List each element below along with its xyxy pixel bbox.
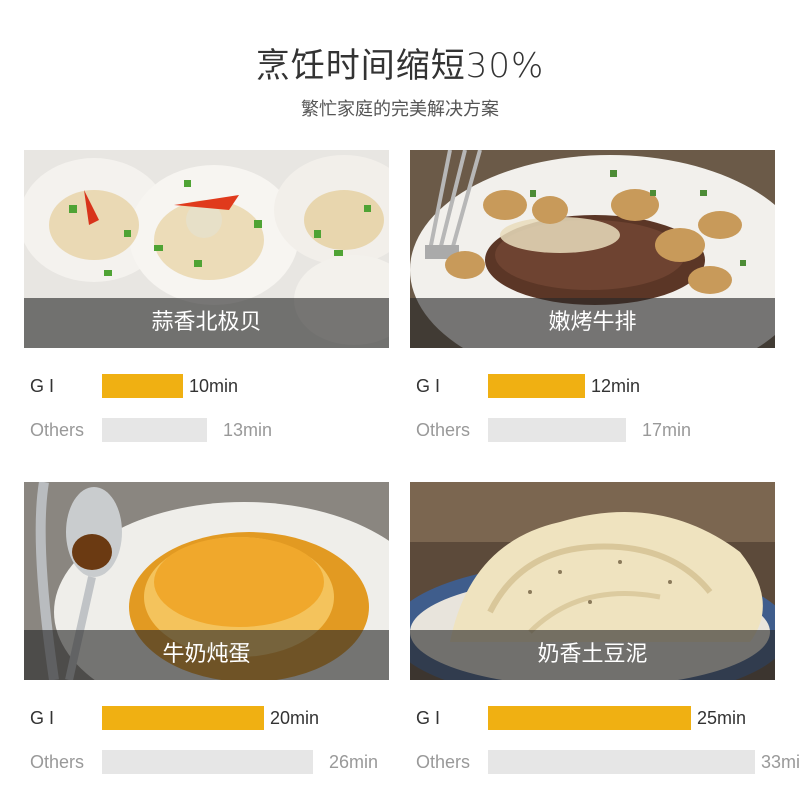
mashed-potato-photo: 奶香土豆泥 xyxy=(410,482,775,680)
others-time-value: 13min xyxy=(223,420,273,440)
dish-caption: 牛奶炖蛋 xyxy=(24,630,389,680)
gi-time-bar xyxy=(488,706,691,730)
gi-label: G I xyxy=(30,376,55,396)
gi-time-row: G I 20min xyxy=(30,706,395,730)
dish-card-scallops: 蒜香北极贝 G I 10min Others 13min xyxy=(24,150,389,442)
others-label: Others xyxy=(416,752,471,772)
others-time-value: 26min xyxy=(329,752,379,772)
others-time-bar xyxy=(488,750,755,774)
dish-card-mashed-potato: 奶香土豆泥 G I 25min Others 33min xyxy=(410,482,800,774)
gi-time-row: G I 25min xyxy=(416,706,781,730)
page-title: 烹饪时间缩短30% xyxy=(255,46,545,86)
scallops-photo: 蒜香北极贝 xyxy=(24,150,389,348)
others-time-row: Others 17min xyxy=(416,418,781,442)
gi-time-value: 20min xyxy=(270,708,320,728)
dish-card-steak: 嫩烤牛排 G I 12min Others 17min xyxy=(410,150,775,442)
gi-time-bar xyxy=(102,706,264,730)
gi-label: G I xyxy=(30,708,55,728)
gi-label: G I xyxy=(416,376,441,396)
gi-time-row: G I 10min xyxy=(30,374,395,398)
page-subtitle: 繁忙家庭的完美解决方案 xyxy=(301,99,499,120)
dish-card-custard: 牛奶炖蛋 G I 20min Others 26min xyxy=(24,482,389,774)
others-time-bar xyxy=(488,418,626,442)
gi-time-bar xyxy=(488,374,585,398)
others-time-value: 33min xyxy=(761,752,800,772)
custard-photo: 牛奶炖蛋 xyxy=(24,482,389,680)
others-label: Others xyxy=(30,420,85,440)
dish-caption: 奶香土豆泥 xyxy=(410,630,775,680)
others-time-row: Others 33min xyxy=(416,750,800,774)
steak-photo: 嫩烤牛排 xyxy=(410,150,775,348)
gi-time-row: G I 12min xyxy=(416,374,781,398)
others-time-bar xyxy=(102,750,313,774)
others-label: Others xyxy=(416,420,471,440)
gi-label: G I xyxy=(416,708,441,728)
others-time-bar xyxy=(102,418,207,442)
gi-time-value: 12min xyxy=(591,376,641,396)
gi-time-value: 10min xyxy=(189,376,239,396)
others-time-row: Others 26min xyxy=(30,750,395,774)
others-time-value: 17min xyxy=(642,420,692,440)
dish-caption: 蒜香北极贝 xyxy=(24,298,389,348)
others-time-row: Others 13min xyxy=(30,418,395,442)
others-label: Others xyxy=(30,752,85,772)
gi-time-bar xyxy=(102,374,183,398)
dish-caption: 嫩烤牛排 xyxy=(410,298,775,348)
gi-time-value: 25min xyxy=(697,708,747,728)
